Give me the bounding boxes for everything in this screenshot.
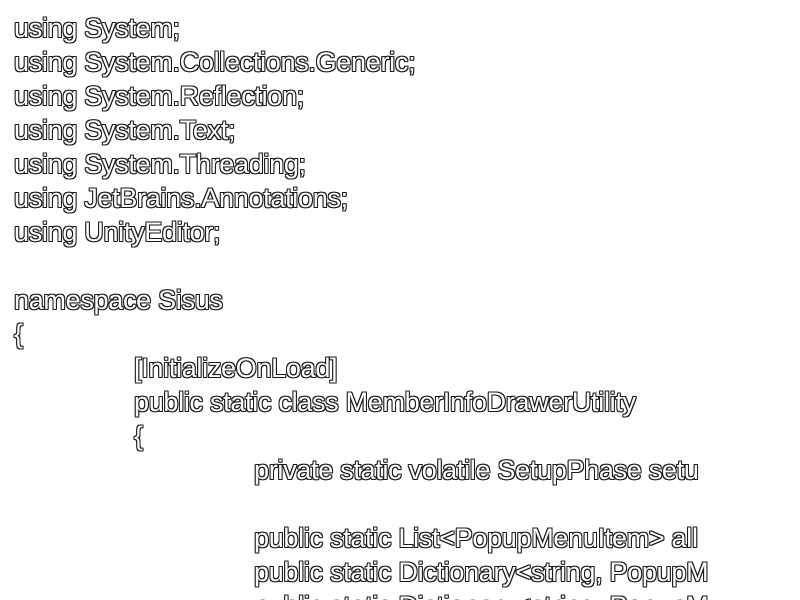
code-line: public static List<PopupMenuItem> all <box>254 523 698 553</box>
code-line: { <box>134 421 143 451</box>
code-line: public static Dictionary<string, PopupM <box>0 589 800 600</box>
code-line: using System.Reflection; <box>14 81 304 111</box>
code-line: namespace Sisus <box>14 285 223 315</box>
code-line: { <box>14 319 23 349</box>
code-line: [InitializeOnLoad] <box>134 353 338 383</box>
code-line: public static class MemberInfoDrawerUtil… <box>134 387 636 417</box>
code-line: public static Dictionary<string, PopupM <box>254 557 709 587</box>
code-line: private static volatile SetupPhase setu <box>254 455 699 485</box>
code-line: using System.Threading; <box>14 149 306 179</box>
code-line: using System.Text; <box>14 115 236 145</box>
code-view: using System; using System.Collections.G… <box>0 0 800 600</box>
code-line: using System.Collections.Generic; <box>14 47 416 77</box>
code-line: using JetBrains.Annotations; <box>14 183 348 213</box>
code-line: using System; <box>14 13 180 43</box>
code-line: using UnityEditor; <box>14 217 221 247</box>
